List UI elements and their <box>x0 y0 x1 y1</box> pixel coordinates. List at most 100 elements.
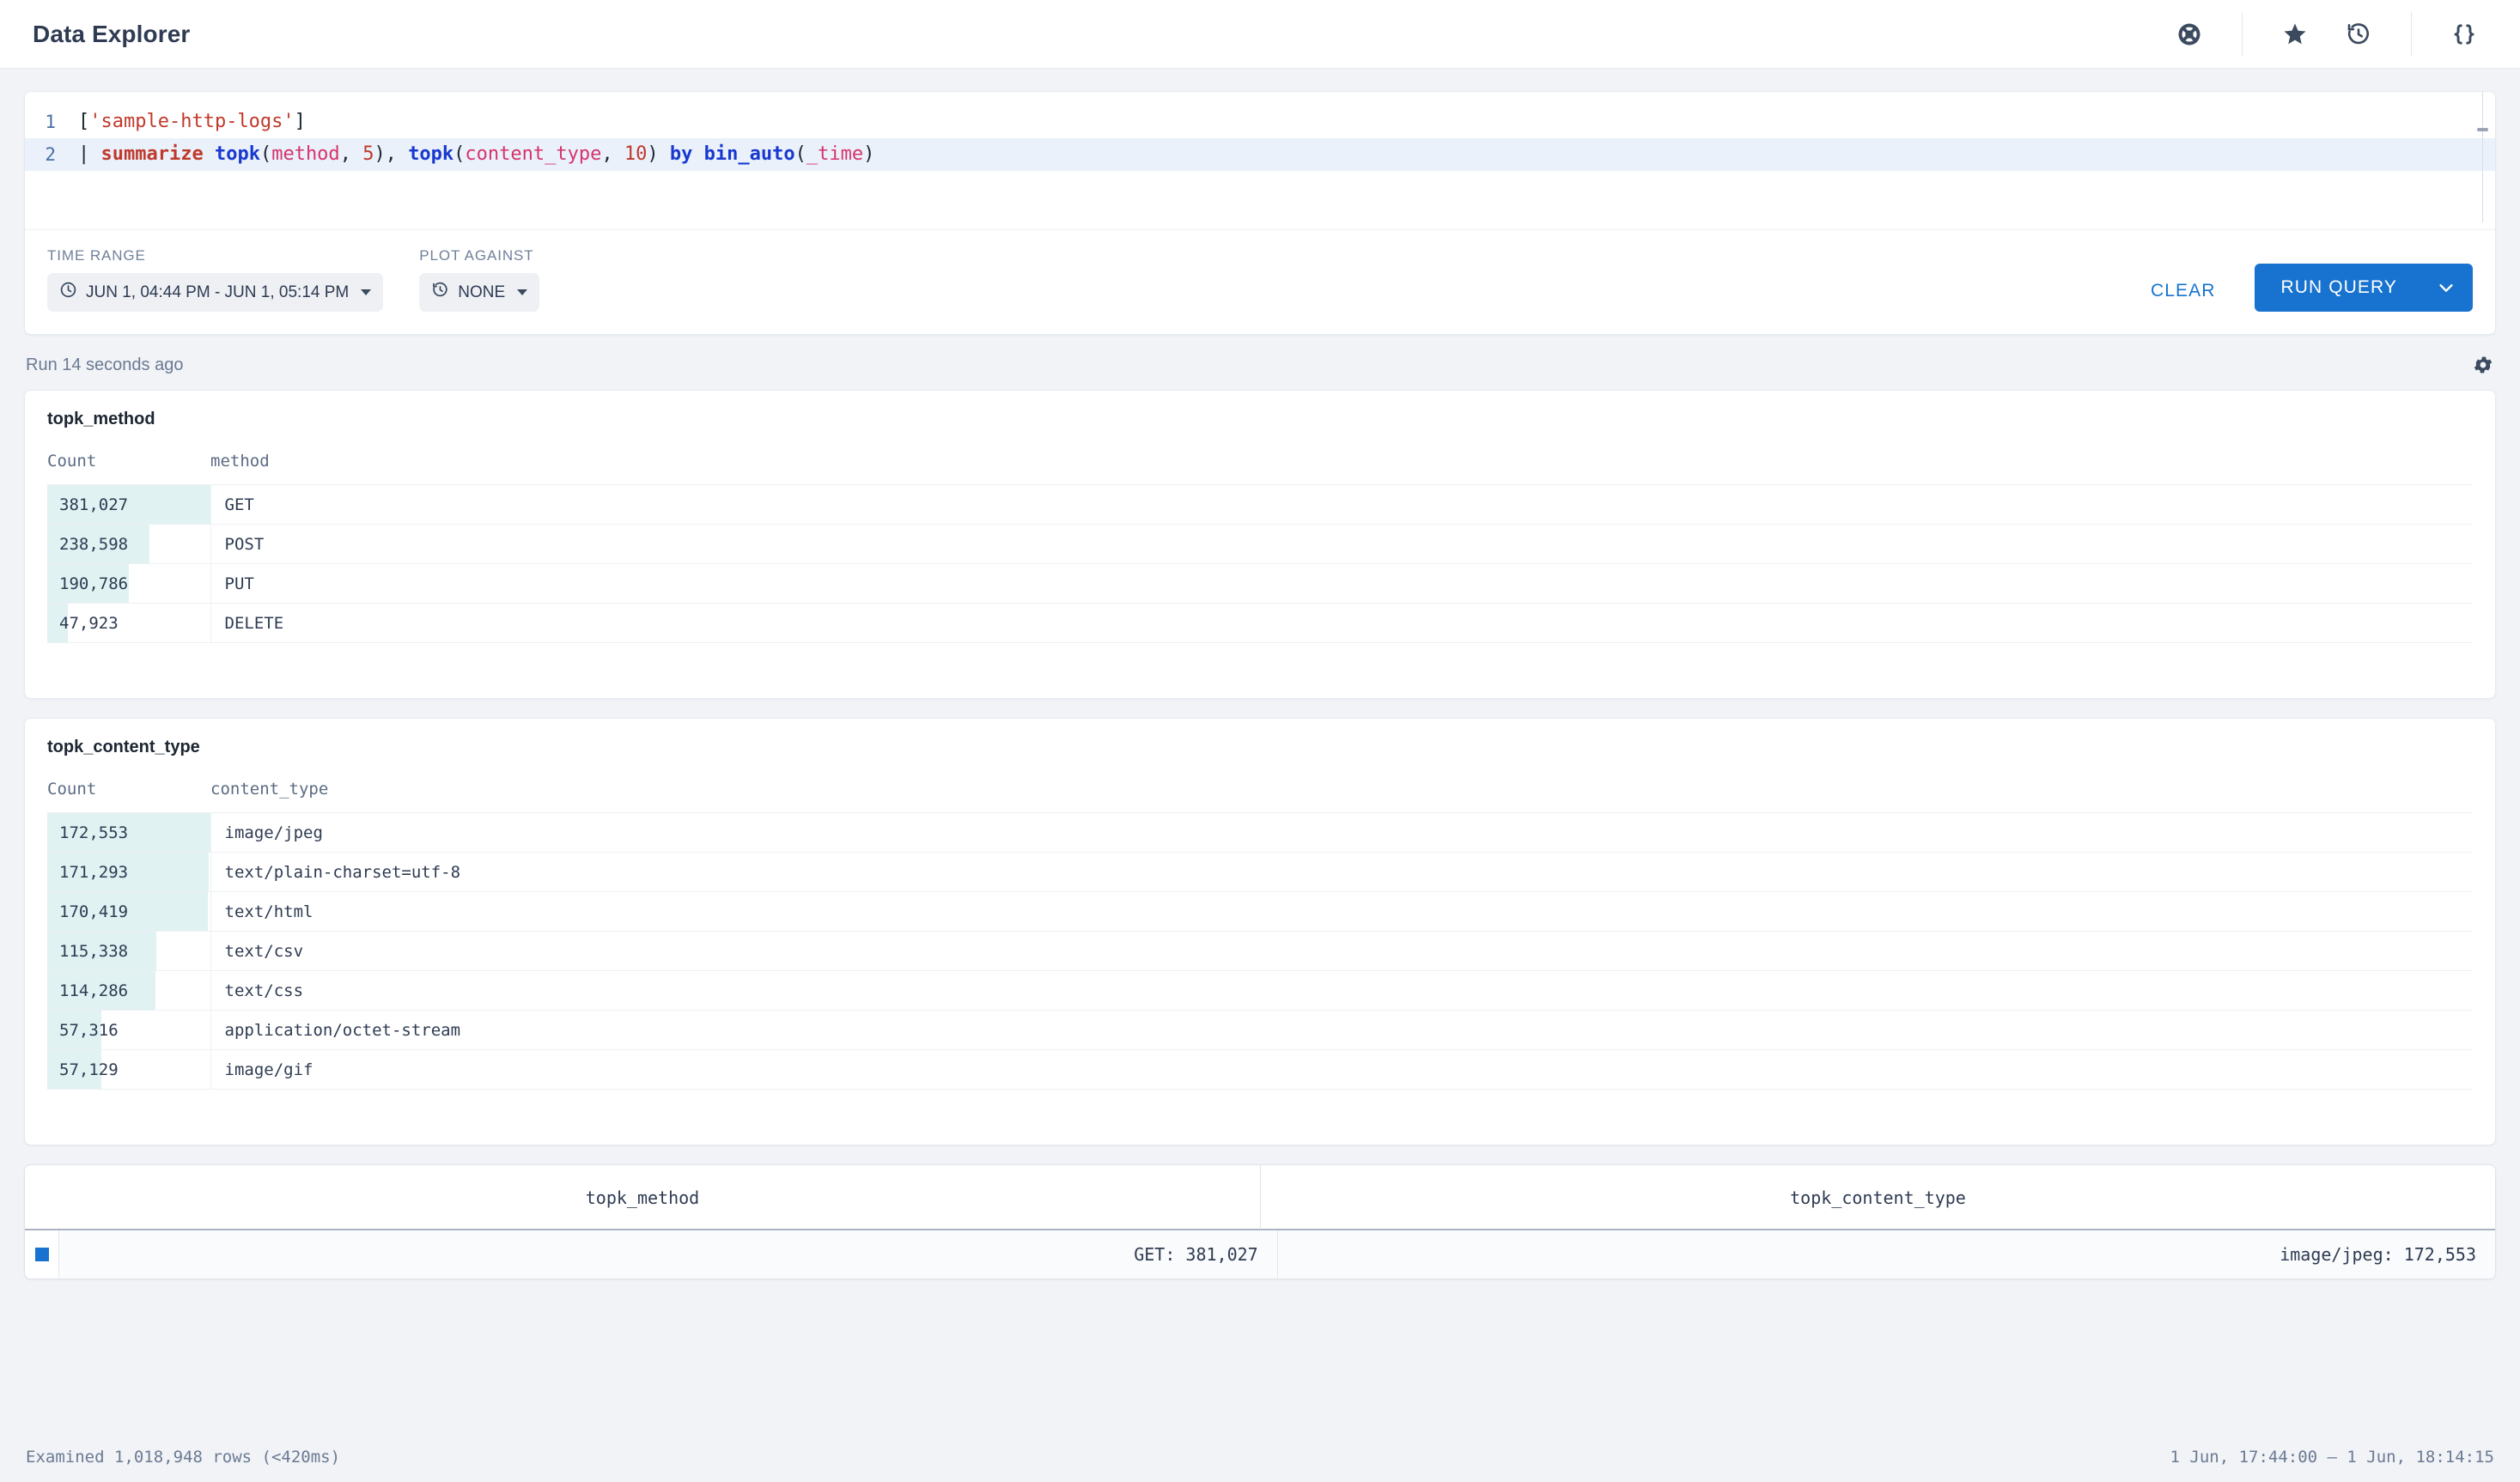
time-range-label: TIME RANGE <box>47 247 383 264</box>
code-token-field: method <box>271 143 339 165</box>
result-card-title: topk_content_type <box>47 738 2473 757</box>
chart-legend-row[interactable]: GET: 381,027 image/jpeg: 172,553 <box>25 1230 2495 1279</box>
cell-value: DELETE <box>210 604 2473 643</box>
editor-line-code: | summarize topk(method, 5), topk(conten… <box>68 138 874 171</box>
result-cards: topk_methodCountmethod381,027GET238,598P… <box>0 390 2520 1145</box>
column-header-content_type[interactable]: content_type <box>210 780 2473 813</box>
code-token-plain: ( <box>260 143 271 165</box>
cell-count-text: 238,598 <box>47 535 128 554</box>
cell-count-text: 172,553 <box>47 823 128 842</box>
cell-count: 170,419 <box>47 892 210 932</box>
cell-count: 114,286 <box>47 971 210 1011</box>
cell-value: image/jpeg <box>210 813 2473 853</box>
code-token-kw: summarize <box>101 143 204 165</box>
column-header-count[interactable]: Count <box>47 780 210 813</box>
favorite-star-icon[interactable] <box>2263 0 2327 69</box>
chevron-down-icon <box>517 289 527 295</box>
code-token-plain: ( <box>453 143 465 165</box>
query-history-icon[interactable] <box>2327 0 2390 69</box>
code-token-plain: ) <box>647 143 670 165</box>
code-token-fn: topk <box>215 143 260 165</box>
cell-value: text/plain-charset=utf-8 <box>210 853 2473 892</box>
table-row[interactable]: 115,338text/csv <box>47 932 2473 971</box>
chart-legend-panel: topk_methodtopk_content_type GET: 381,02… <box>24 1164 2496 1279</box>
editor-line-number: 2 <box>25 138 68 171</box>
table-row[interactable]: 190,786PUT <box>47 564 2473 604</box>
cell-value: GET <box>210 485 2473 525</box>
table-header-row: Countcontent_type <box>47 780 2473 813</box>
result-card-padding <box>47 643 2473 683</box>
run-query-chevron-down-icon[interactable] <box>2420 264 2473 312</box>
cell-count-text: 57,129 <box>47 1060 119 1079</box>
code-token-plain: ) <box>863 143 874 165</box>
code-token-plain: , <box>340 143 363 165</box>
cell-count: 115,338 <box>47 932 210 971</box>
cell-count: 57,129 <box>47 1050 210 1090</box>
table-row[interactable]: 170,419text/html <box>47 892 2473 932</box>
table-row[interactable]: 57,316application/octet-stream <box>47 1011 2473 1050</box>
time-range-picker[interactable]: JUN 1, 04:44 PM - JUN 1, 05:14 PM <box>47 273 383 312</box>
code-token-plain: , <box>601 143 624 165</box>
column-header-count[interactable]: Count <box>47 452 210 485</box>
table-row[interactable]: 57,129image/gif <box>47 1050 2473 1090</box>
legend-value-topk-method: GET: 381,027 <box>58 1230 1276 1279</box>
editor-lines[interactable]: 1['sample-http-logs']2| summarize topk(m… <box>25 106 2495 171</box>
cell-count: 57,316 <box>47 1011 210 1050</box>
legend-value-topk-content-type: image/jpeg: 172,553 <box>1277 1230 2495 1279</box>
table-row[interactable]: 381,027 GET <box>47 485 2473 525</box>
cell-count-text: 381,027 <box>47 495 128 514</box>
header-actions <box>2158 0 2496 69</box>
cell-count-text: 171,293 <box>47 863 128 882</box>
editor-line-number: 1 <box>25 106 68 138</box>
code-token-kw2: by <box>670 143 693 165</box>
header-divider-1 <box>2242 12 2243 57</box>
table-row[interactable]: 114,286text/css <box>47 971 2473 1011</box>
code-token-field: content_type <box>465 143 601 165</box>
chart-header-topk-content-type: topk_content_type <box>1260 1165 2495 1230</box>
chevron-down-icon <box>361 289 371 295</box>
header-divider-2 <box>2411 12 2412 57</box>
code-token-plain: ] <box>295 111 306 132</box>
column-header-method[interactable]: method <box>210 452 2473 485</box>
editor-line[interactable]: 2| summarize topk(method, 5), topk(conte… <box>25 138 2495 171</box>
run-query-button[interactable]: RUN QUERY <box>2255 264 2473 312</box>
editor-line-code: ['sample-http-logs'] <box>68 106 306 138</box>
plot-against-select[interactable]: NONE <box>419 273 539 312</box>
gear-icon[interactable] <box>2472 354 2494 376</box>
code-token-num: 5 <box>362 143 374 165</box>
clear-button[interactable]: CLEAR <box>2133 270 2233 312</box>
json-braces-icon[interactable] <box>2432 0 2496 69</box>
table-row[interactable]: 238,598POST <box>47 525 2473 564</box>
table-row[interactable]: 172,553 image/jpeg <box>47 813 2473 853</box>
time-range-value: JUN 1, 04:44 PM - JUN 1, 05:14 PM <box>86 283 349 302</box>
cell-count: 172,553 <box>47 813 210 853</box>
table-row[interactable]: 171,293 text/plain-charset=utf-8 <box>47 853 2473 892</box>
clock-icon <box>59 281 77 304</box>
code-token-plain: | <box>78 143 101 165</box>
code-token-fn: topk <box>408 143 453 165</box>
editor-scrollbar[interactable] <box>2482 92 2483 222</box>
time-range-group: TIME RANGE JUN 1, 04:44 PM - JUN 1, 05:1… <box>47 247 383 312</box>
time-span-text: 1 Jun, 17:44:00 — 1 Jun, 18:14:15 <box>2170 1448 2495 1467</box>
code-token-plain: [ <box>78 111 89 132</box>
result-card-title: topk_method <box>47 410 2473 429</box>
query-editor[interactable]: 1['sample-http-logs']2| summarize topk(m… <box>25 92 2495 229</box>
code-token-plain: ( <box>795 143 807 165</box>
plot-against-label: PLOT AGAINST <box>419 247 539 264</box>
cell-count: 238,598 <box>47 525 210 564</box>
result-card-padding <box>47 1090 2473 1129</box>
run-status-text: Run 14 seconds ago <box>26 355 183 375</box>
cell-count-text: 115,338 <box>47 942 128 961</box>
editor-line[interactable]: 1['sample-http-logs'] <box>25 106 2495 138</box>
cell-count: 190,786 <box>47 564 210 604</box>
cell-count-text: 47,923 <box>47 614 119 633</box>
legend-color-swatch <box>35 1248 49 1261</box>
code-token-plain <box>692 143 703 165</box>
cell-value: application/octet-stream <box>210 1011 2473 1050</box>
page-title: Data Explorer <box>33 21 190 48</box>
code-token-fn: bin_auto <box>704 143 795 165</box>
help-lifebuoy-icon[interactable] <box>2158 0 2221 69</box>
query-controls-bar: TIME RANGE JUN 1, 04:44 PM - JUN 1, 05:1… <box>25 229 2495 334</box>
result-table: Countcontent_type172,553image/jpeg171,29… <box>47 780 2473 1090</box>
table-row[interactable]: 47,923 DELETE <box>47 604 2473 643</box>
